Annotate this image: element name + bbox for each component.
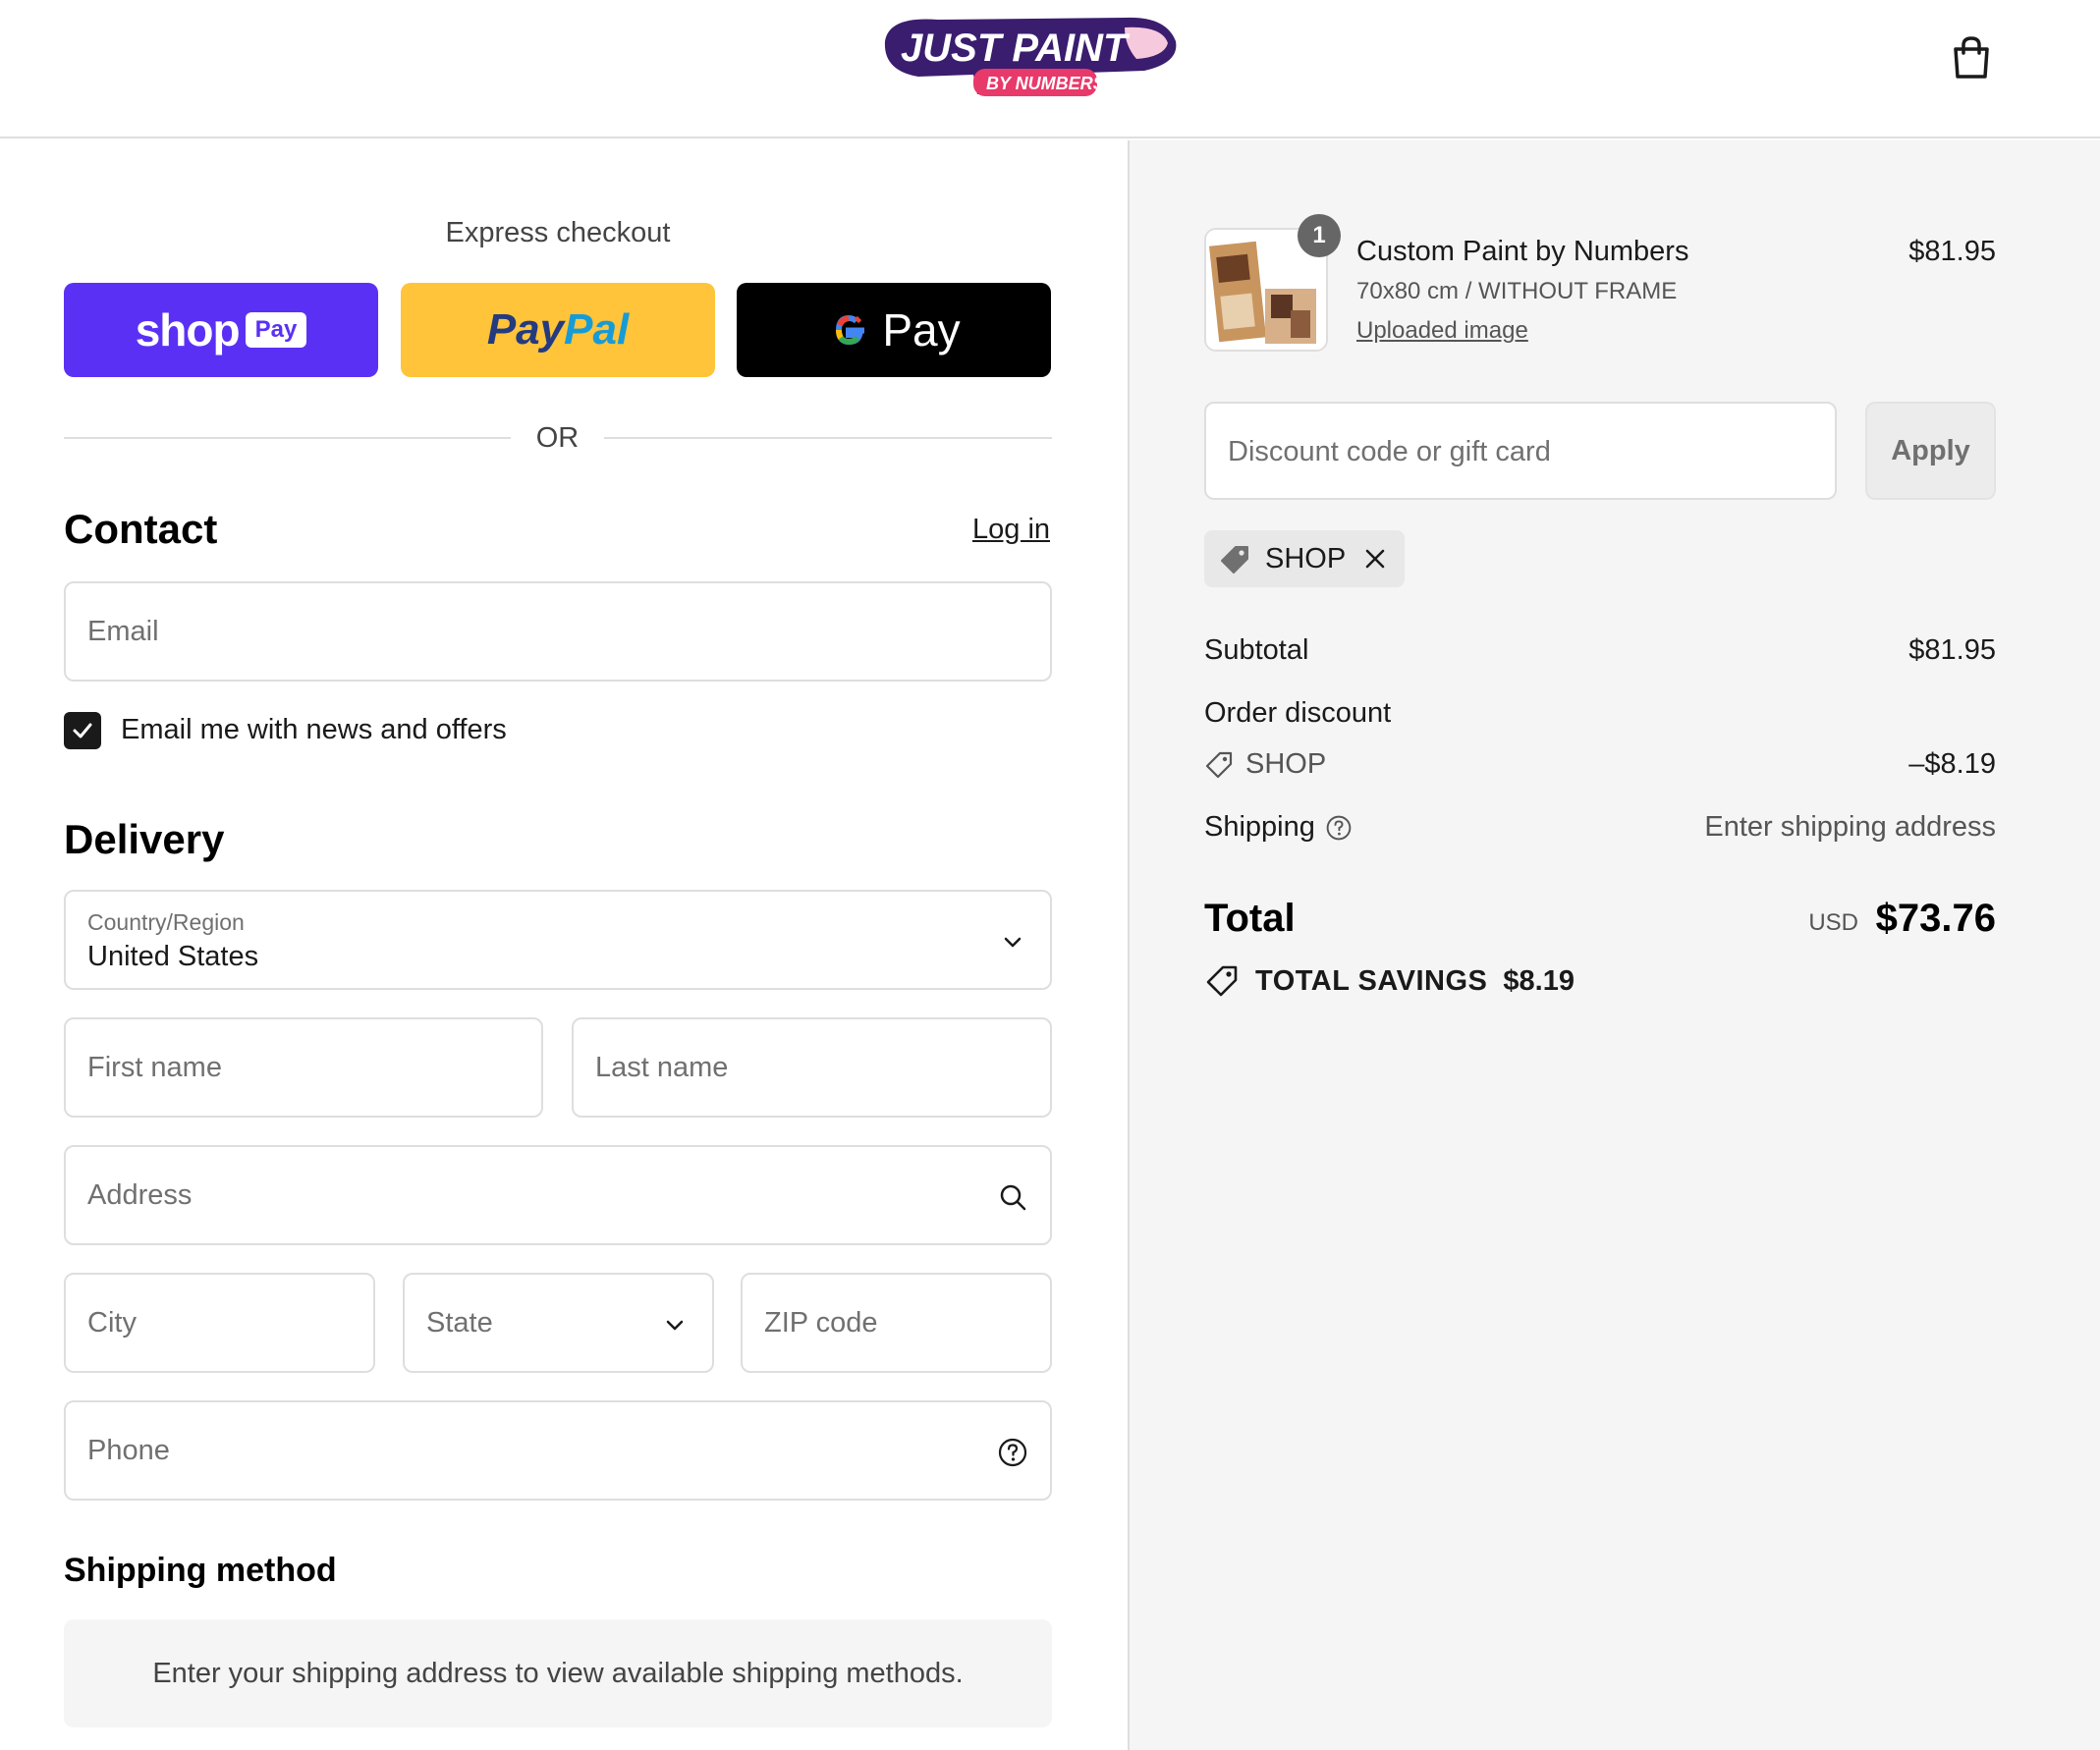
city-placeholder: City bbox=[87, 1307, 137, 1339]
shipping-method-heading: Shipping method bbox=[64, 1552, 337, 1589]
product-variant: 70x80 cm / WITHOUT FRAME bbox=[1356, 278, 1678, 304]
applied-discount-chip: SHOP bbox=[1204, 530, 1405, 587]
google-pay-word: Pay bbox=[882, 304, 961, 355]
login-link[interactable]: Log in bbox=[972, 514, 1050, 546]
logo-title: JUST PAINT bbox=[901, 27, 1131, 70]
apply-discount-button[interactable]: Apply bbox=[1865, 402, 1996, 500]
store-logo-graphic: JUST PAINT BY NUMBERS bbox=[884, 17, 1177, 96]
shop-pay-pill: Pay bbox=[245, 312, 307, 348]
country-label: Country/Region bbox=[87, 909, 245, 935]
shop-pay-word: shop bbox=[135, 304, 241, 355]
address-field[interactable]: Address bbox=[64, 1145, 1052, 1245]
total-currency: USD bbox=[1808, 909, 1858, 936]
discount-code-input[interactable]: Discount code or gift card bbox=[1204, 402, 1837, 500]
shipping-label: Shipping bbox=[1204, 811, 1315, 843]
product-price: $81.95 bbox=[1908, 236, 1996, 267]
last-name-placeholder: Last name bbox=[595, 1052, 729, 1083]
shop-pay-button[interactable]: shop Pay bbox=[64, 283, 378, 377]
state-select[interactable]: State bbox=[403, 1273, 714, 1373]
express-checkout-label: Express checkout bbox=[445, 217, 671, 248]
shopping-bag-icon[interactable] bbox=[1950, 35, 1993, 81]
google-pay-button[interactable]: Pay bbox=[737, 283, 1051, 377]
country-select[interactable]: Country/Region United States bbox=[64, 890, 1052, 990]
delivery-heading: Delivery bbox=[64, 816, 225, 862]
first-name-field[interactable]: First name bbox=[64, 1017, 543, 1118]
last-name-field[interactable]: Last name bbox=[572, 1017, 1052, 1118]
discount-code-label: SHOP bbox=[1245, 748, 1327, 780]
shipping-value: Enter shipping address bbox=[1704, 811, 1996, 843]
total-value: $73.76 bbox=[1875, 897, 1996, 940]
subtotal-label: Subtotal bbox=[1204, 634, 1309, 666]
savings-label: TOTAL SAVINGS bbox=[1255, 964, 1488, 997]
search-icon[interactable] bbox=[997, 1181, 1028, 1213]
shipping-method-message: Enter your shipping address to view avai… bbox=[64, 1619, 1052, 1727]
country-value: United States bbox=[87, 941, 259, 972]
phone-placeholder: Phone bbox=[87, 1435, 170, 1466]
tag-outline-icon bbox=[1205, 751, 1233, 778]
product-title: Custom Paint by Numbers bbox=[1356, 236, 1689, 267]
uploaded-image-link[interactable]: Uploaded image bbox=[1356, 317, 1528, 345]
help-circle-icon[interactable] bbox=[997, 1437, 1028, 1468]
zip-field[interactable]: ZIP code bbox=[741, 1273, 1052, 1373]
discount-value: –$8.19 bbox=[1908, 748, 1996, 780]
savings-value: $8.19 bbox=[1503, 964, 1575, 997]
subtotal-value: $81.95 bbox=[1908, 634, 1996, 666]
discount-code-row: SHOP bbox=[1204, 748, 1326, 781]
applied-code-text: SHOP bbox=[1265, 543, 1347, 574]
paypal-logo: PayPal bbox=[486, 305, 630, 354]
phone-field[interactable]: Phone bbox=[64, 1400, 1052, 1501]
remove-discount-icon[interactable] bbox=[1361, 545, 1389, 573]
chevron-down-icon bbox=[666, 1320, 684, 1331]
logo-subtitle: BY NUMBERS bbox=[986, 74, 1105, 93]
tag-icon bbox=[1221, 546, 1248, 574]
order-summary-column bbox=[1128, 140, 2100, 1750]
email-field[interactable]: Email bbox=[64, 581, 1052, 682]
first-name-placeholder: First name bbox=[87, 1052, 222, 1083]
email-placeholder: Email bbox=[87, 616, 159, 647]
total-label: Total bbox=[1204, 897, 1296, 940]
total-savings-row: TOTAL SAVINGS $8.19 bbox=[1204, 962, 1575, 1000]
newsletter-checkbox[interactable] bbox=[64, 712, 101, 749]
or-text: OR bbox=[535, 422, 580, 454]
checkout-header: JUST PAINT BY NUMBERS bbox=[0, 0, 2100, 138]
chevron-down-icon bbox=[1004, 937, 1022, 948]
quantity-badge: 1 bbox=[1298, 214, 1341, 257]
checkout-form-column: Express checkout shop Pay PayPal Pay OR … bbox=[0, 140, 1128, 1750]
newsletter-label: Email me with news and offers bbox=[121, 714, 507, 745]
zip-placeholder: ZIP code bbox=[764, 1307, 878, 1339]
address-placeholder: Address bbox=[87, 1179, 193, 1211]
google-g-icon bbox=[836, 314, 865, 346]
savings-tag-icon bbox=[1206, 965, 1238, 997]
paypal-button[interactable]: PayPal bbox=[401, 283, 715, 377]
help-circle-icon[interactable] bbox=[1325, 814, 1353, 842]
order-discount-label: Order discount bbox=[1204, 697, 1392, 729]
city-field[interactable]: City bbox=[64, 1273, 375, 1373]
state-placeholder: State bbox=[426, 1307, 493, 1339]
shipping-row: Shipping bbox=[1204, 811, 1353, 844]
checkmark-icon bbox=[73, 723, 92, 738]
or-divider: OR bbox=[64, 418, 1052, 458]
store-logo[interactable]: JUST PAINT BY NUMBERS bbox=[879, 12, 1184, 100]
contact-heading: Contact bbox=[64, 506, 218, 552]
discount-placeholder: Discount code or gift card bbox=[1228, 436, 1551, 467]
